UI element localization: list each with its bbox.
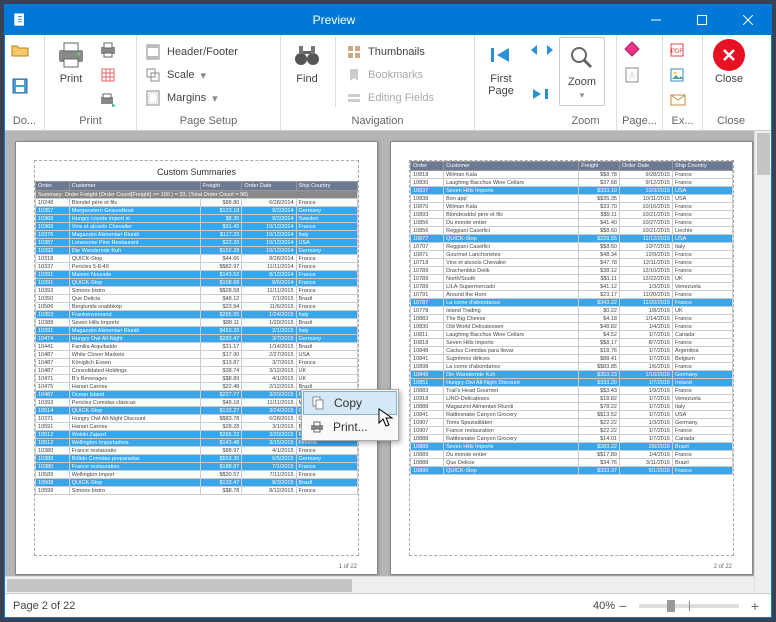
editing-fields-button: Editing Fields <box>342 87 438 109</box>
close-button[interactable]: Close <box>707 37 751 87</box>
zoom-slider[interactable] <box>639 604 739 608</box>
printer-icon <box>55 39 87 71</box>
scale-button[interactable]: Scale ▾ <box>141 64 210 86</box>
zoom-button[interactable]: Zoom ▾ <box>559 37 605 106</box>
report-table-2: OrderCustomerFreightOrder DateShip Count… <box>410 161 733 475</box>
svg-text:A: A <box>629 71 635 80</box>
last-page-button[interactable] <box>527 83 555 105</box>
editing-fields-icon <box>346 90 362 106</box>
close-icon <box>713 39 745 71</box>
magnifier-icon <box>566 42 598 74</box>
bookmarks-button: Bookmarks <box>342 64 438 86</box>
page-2[interactable]: OrderCustomerFreightOrder DateShip Count… <box>390 141 753 575</box>
chevron-down-icon: ▾ <box>201 69 207 82</box>
page-setup-button[interactable] <box>97 64 119 86</box>
page-1[interactable]: Custom Summaries OrderCustomerFreightOrd… <box>15 141 378 575</box>
group-label-close: Close <box>707 113 755 130</box>
minimize-button[interactable] <box>633 5 679 35</box>
chevron-down-icon: ▾ <box>580 90 585 101</box>
page-indicator: Page 2 of 22 <box>13 600 75 612</box>
titlebar: Preview <box>5 5 771 35</box>
app-icon <box>5 13 35 27</box>
page-title: Custom Summaries <box>35 161 358 181</box>
copy-icon <box>310 395 326 411</box>
context-print[interactable]: Print... <box>303 415 397 439</box>
group-label-print: Print <box>49 113 132 130</box>
scale-icon <box>145 67 161 83</box>
chevron-down-icon: ▾ <box>212 92 218 105</box>
zoom-out-button[interactable]: − <box>615 598 631 614</box>
thumbnails-icon <box>346 44 362 60</box>
report-table-1: OrderCustomerFreightOrder DateShip Count… <box>35 181 358 495</box>
vertical-scrollbar[interactable] <box>754 131 771 593</box>
first-page-icon <box>485 39 517 71</box>
print-options-button[interactable] <box>97 89 119 111</box>
horizontal-scrollbar[interactable] <box>5 576 754 593</box>
export-pdf-button[interactable]: PDF <box>667 39 689 61</box>
ribbon: Do... Print Print Heade <box>5 35 771 131</box>
print-button[interactable]: Print <box>49 37 93 87</box>
save-button[interactable] <box>9 75 31 97</box>
page-color-button[interactable] <box>621 39 643 61</box>
preview-area[interactable]: Custom Summaries OrderCustomerFreightOrd… <box>5 131 771 593</box>
first-page-button[interactable]: First Page <box>479 37 523 99</box>
zoom-indicator: 40% <box>593 600 615 612</box>
header-footer-button[interactable]: Header/Footer <box>141 41 242 63</box>
binoculars-icon <box>291 39 323 71</box>
group-label-navigation: Navigation <box>285 113 470 130</box>
quick-print-button[interactable] <box>97 39 119 61</box>
header-footer-icon <box>145 44 161 60</box>
export-image-button[interactable] <box>667 64 689 86</box>
margins-button[interactable]: Margins ▾ <box>141 87 222 109</box>
group-label-document: Do... <box>9 113 40 130</box>
close-window-button[interactable] <box>725 5 771 35</box>
watermark-button[interactable]: A <box>621 64 643 86</box>
prev-page-button[interactable] <box>527 39 541 61</box>
group-label-page-setup: Page Setup <box>141 113 276 130</box>
svg-text:PDF: PDF <box>671 49 683 55</box>
context-menu: Copy Print... <box>301 389 399 441</box>
window-title: Preview <box>35 13 633 27</box>
open-button[interactable] <box>9 39 31 61</box>
printer-icon <box>309 419 325 435</box>
find-button[interactable]: Find <box>285 37 329 87</box>
context-copy[interactable]: Copy <box>303 391 397 415</box>
export-email-button[interactable] <box>667 89 689 111</box>
thumbnails-button[interactable]: Thumbnails <box>342 41 438 63</box>
status-bar: Page 2 of 22 40% − + <box>5 593 771 617</box>
bookmarks-icon <box>346 67 362 83</box>
margins-icon <box>145 90 161 106</box>
group-label-export: Ex... <box>667 113 698 130</box>
zoom-in-button[interactable]: + <box>747 598 763 614</box>
maximize-button[interactable] <box>679 5 725 35</box>
group-label-zoom: Zoom <box>559 113 612 130</box>
group-label-page-bg: Page... <box>621 113 658 130</box>
